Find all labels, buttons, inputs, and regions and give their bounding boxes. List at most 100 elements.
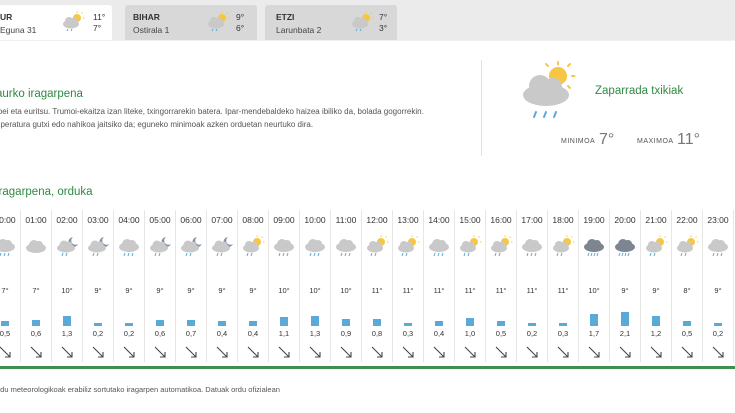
hour-time: 23:00 bbox=[707, 215, 729, 225]
hour-precipitation: 0,4 bbox=[247, 329, 259, 338]
precipitation-bar bbox=[497, 321, 505, 326]
hour-time: 17:00 bbox=[521, 215, 543, 225]
wind-direction-arrow-icon bbox=[309, 346, 321, 358]
hour-time: 00:00 bbox=[0, 215, 16, 225]
forecast-title: aurko iragarpena bbox=[0, 88, 83, 100]
tab-tomorrow[interactable]: BIHAR Ostirala 1 9° 6° bbox=[125, 5, 257, 40]
wind-direction-arrow-icon bbox=[154, 346, 166, 358]
wind-direction-arrow-icon bbox=[0, 346, 11, 358]
hour-column: 00:00 7° 0,5 bbox=[0, 210, 21, 362]
hour-column: 10:00 10° 1,3 bbox=[300, 210, 331, 362]
hour-time: 04:00 bbox=[118, 215, 140, 225]
hour-precipitation: 0,3 bbox=[402, 329, 414, 338]
hour-precipitation: 1,7 bbox=[588, 329, 600, 338]
hour-precipitation: 0,9 bbox=[340, 329, 352, 338]
precipitation-bar-track bbox=[579, 310, 609, 326]
precipitation-bar bbox=[652, 316, 660, 326]
tab-day-after[interactable]: ETZI Larunbata 2 7° 3° bbox=[265, 5, 397, 40]
cloud-rain-icon bbox=[522, 239, 542, 257]
moon-cloud-rain-icon bbox=[181, 237, 202, 257]
cloud-rain-icon bbox=[274, 239, 294, 257]
tab-max-temp: 9° bbox=[236, 12, 245, 22]
hour-temperature: 9° bbox=[714, 286, 722, 295]
sun-cloud-rain-icon bbox=[677, 235, 699, 257]
moon-cloud-rain-icon bbox=[212, 237, 233, 257]
hour-column: 17:00 11° 0,2 bbox=[517, 210, 548, 362]
hour-time: 15:00 bbox=[459, 215, 481, 225]
hour-column: 20:00 9° 2,1 bbox=[610, 210, 641, 362]
wind-direction-arrow-icon bbox=[30, 346, 42, 358]
hour-temperature: 11° bbox=[526, 286, 538, 295]
precipitation-bar-track bbox=[176, 310, 206, 326]
hour-precipitation: 0,8 bbox=[371, 329, 383, 338]
precipitation-bar bbox=[280, 317, 288, 326]
hour-column: 05:00 9° 0,6 bbox=[145, 210, 176, 362]
wind-direction-arrow-icon bbox=[619, 346, 631, 358]
precipitation-bar-track bbox=[486, 310, 516, 326]
hour-column: 16:00 11° 0,5 bbox=[486, 210, 517, 362]
wind-direction-arrow-icon bbox=[712, 346, 724, 358]
sun-cloud-rain-icon bbox=[460, 235, 482, 257]
hour-time: 11:00 bbox=[335, 215, 357, 225]
hour-precipitation: 1,2 bbox=[650, 329, 662, 338]
precipitation-bar-track bbox=[52, 310, 82, 326]
hour-time: 09:00 bbox=[273, 215, 295, 225]
hour-temperature: 11° bbox=[464, 286, 476, 295]
hour-temperature: 11° bbox=[495, 286, 507, 295]
tab-date-label: Larunbata 2 bbox=[276, 25, 322, 35]
hourly-forecast-grid: 00:00 7° 0,5 01:00 7° 0,6 02:00 10° 1,3 03:00 9° 0,… bbox=[0, 210, 735, 365]
hour-temperature: 10° bbox=[588, 286, 600, 295]
hour-column: 07:00 9° 0,4 bbox=[207, 210, 238, 362]
hour-precipitation: 0,3 bbox=[557, 329, 569, 338]
precipitation-bar bbox=[683, 321, 691, 326]
precipitation-bar bbox=[218, 321, 226, 326]
precipitation-bar-track bbox=[300, 310, 330, 326]
wind-direction-arrow-icon bbox=[588, 346, 600, 358]
hour-temperature: 11° bbox=[402, 286, 414, 295]
precipitation-bar-track bbox=[269, 310, 299, 326]
hour-column: 15:00 11° 1,0 bbox=[455, 210, 486, 362]
hour-column: 08:00 9° 0,4 bbox=[238, 210, 269, 362]
wind-direction-arrow-icon bbox=[557, 346, 569, 358]
precipitation-bar-track bbox=[21, 310, 51, 326]
hour-column: 12:00 11° 0,8 bbox=[362, 210, 393, 362]
precipitation-bar-track bbox=[238, 310, 268, 326]
hour-column: 19:00 10° 1,7 bbox=[579, 210, 610, 362]
wind-direction-arrow-icon bbox=[650, 346, 662, 358]
precipitation-bar-track bbox=[393, 310, 423, 326]
tab-day-label: ETZI bbox=[276, 12, 295, 22]
hour-time: 07:00 bbox=[211, 215, 233, 225]
wind-direction-arrow-icon bbox=[185, 346, 197, 358]
hour-temperature: 9° bbox=[187, 286, 195, 295]
hour-precipitation: 1,0 bbox=[464, 329, 476, 338]
hour-column: 13:00 11° 0,3 bbox=[393, 210, 424, 362]
precipitation-bar bbox=[373, 319, 381, 326]
hour-time: 20:00 bbox=[614, 215, 636, 225]
hour-temperature: 11° bbox=[433, 286, 445, 295]
wind-direction-arrow-icon bbox=[681, 346, 693, 358]
forecast-text-line: ibei eta euritsu. Trumoi-ekaitza izan li… bbox=[0, 107, 424, 116]
precipitation-bar bbox=[342, 319, 350, 326]
hour-precipitation: 1,3 bbox=[61, 329, 73, 338]
hour-time: 10:00 bbox=[304, 215, 326, 225]
sun-cloud-rain-icon bbox=[208, 11, 230, 32]
tab-min-temp: 6° bbox=[236, 23, 245, 33]
tab-max-temp: 11° bbox=[93, 12, 106, 22]
hour-precipitation: 0,7 bbox=[185, 329, 197, 338]
hour-temperature: 9° bbox=[652, 286, 660, 295]
hour-time: 16:00 bbox=[490, 215, 512, 225]
hour-temperature: 10° bbox=[278, 286, 290, 295]
wind-direction-arrow-icon bbox=[123, 346, 135, 358]
precipitation-bar-track bbox=[83, 310, 113, 326]
precipitation-bar bbox=[1, 321, 9, 326]
hour-column: 09:00 10° 1,1 bbox=[269, 210, 300, 362]
precipitation-bar bbox=[156, 320, 164, 326]
tab-today[interactable]: UR Eguna 31 11° 7° bbox=[0, 5, 112, 41]
dark-cloud-rain-icon bbox=[615, 239, 635, 257]
wind-direction-arrow-icon bbox=[495, 346, 507, 358]
hour-precipitation: 0,2 bbox=[92, 329, 104, 338]
cloud-rain-icon bbox=[0, 239, 15, 257]
precipitation-bar bbox=[621, 312, 629, 326]
hour-precipitation: 0,4 bbox=[216, 329, 228, 338]
hour-column: 23:00 9° 0,2 bbox=[703, 210, 734, 362]
